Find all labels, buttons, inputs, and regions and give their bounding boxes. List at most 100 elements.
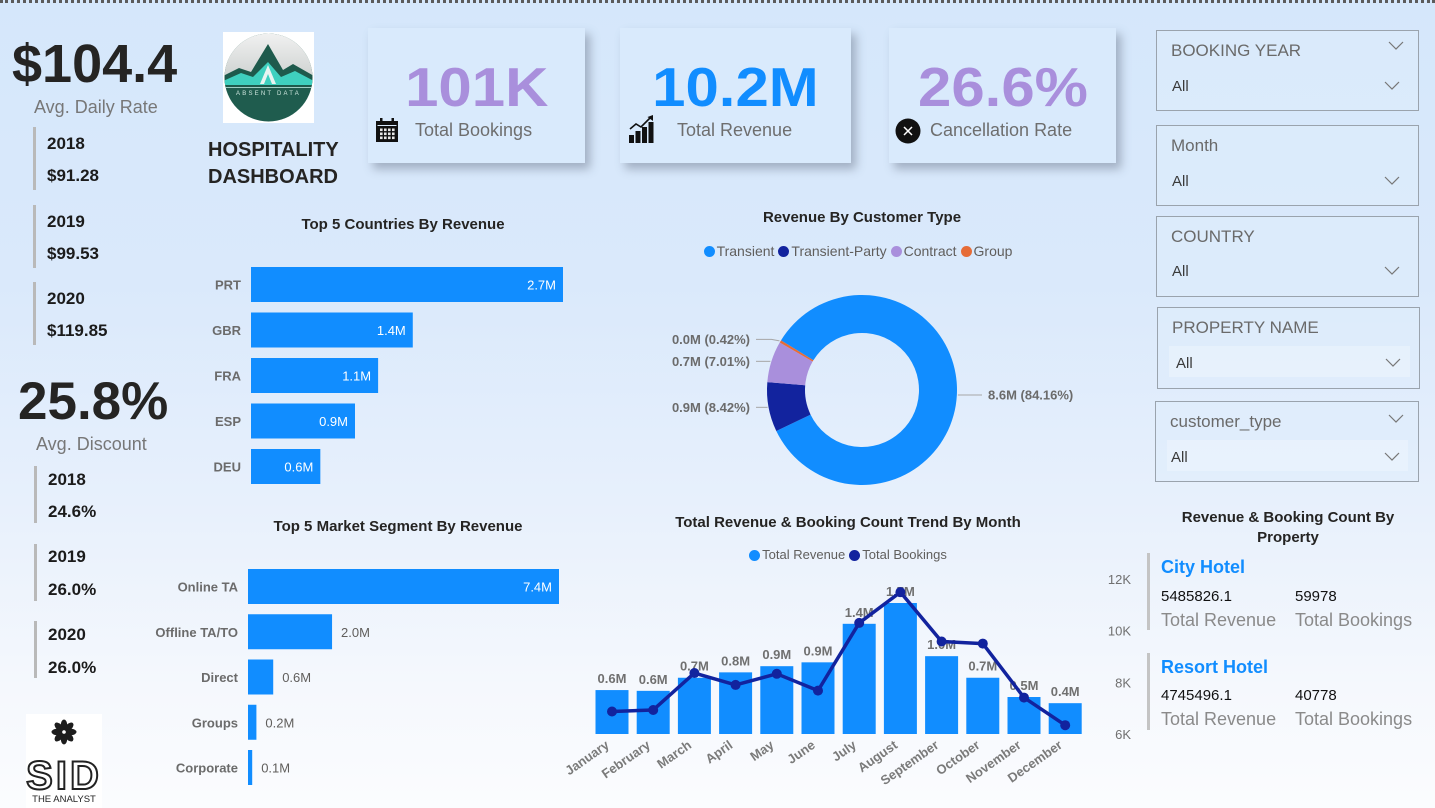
bookings-point[interactable] [730,679,741,690]
countries-bar-chart: PRT 2.7M GBR 1.4M FRA 1.1M ESP 0.9M DEU 0.6M [212,267,563,484]
bookings-point[interactable] [936,636,947,647]
chevron-down-icon[interactable] [1384,452,1400,461]
legend-item-transient-party[interactable]: Transient-Party [778,243,887,259]
slicer-title: PROPERTY NAME [1172,318,1319,337]
bookings-point[interactable] [771,668,782,679]
legend-dot-icon [703,245,715,257]
total-bookings-value: 101K [404,56,549,118]
slicer-country[interactable]: COUNTRY All [1156,216,1419,297]
legend-dot-icon [778,245,790,257]
kpi-card-total-revenue: 10.2M Total Revenue [620,28,851,163]
slicer-selected-value[interactable]: All [1172,79,1189,94]
data-label: 0.1M [261,761,290,776]
avg-discount-label: Avg. Discount [36,434,147,454]
data-label: 7.4M [523,580,552,595]
revenue-bar[interactable] [925,656,959,734]
bar-data-label: 1.4M [845,605,874,620]
customer-type-chart-title: Revenue By Customer Type [762,209,962,226]
slicer-customer-type[interactable]: customer_type All [1155,401,1419,482]
discount-year-value: 26.0% [48,658,97,677]
chevron-down-icon[interactable] [1385,358,1401,367]
data-label: 0.6M [282,670,311,685]
divider [34,544,37,601]
bar[interactable] [248,614,333,650]
slicer-property-name[interactable]: PROPERTY NAME All [1157,307,1420,389]
bar[interactable] [248,659,274,695]
slicer-title: customer_type [1170,412,1282,431]
data-label: 2.7M [527,278,556,293]
bookings-point[interactable] [689,668,700,679]
divider [33,205,36,268]
page-top-border [0,0,1435,3]
sid-analyst-logo: SID THE ANALYST [26,714,102,808]
monthly-trend-chart-title: Total Revenue & Booking Count Trend By M… [675,514,1021,531]
hotel-revenue-value: 5485826.1 [1161,588,1232,605]
legend-item-total-bookings[interactable]: Total Bookings [849,547,947,563]
bar-data-label: 0.6M [598,671,627,686]
slicer-booking-year[interactable]: BOOKING YEAR All [1156,30,1419,111]
legend-item-contract[interactable]: Contract [890,243,957,259]
slicer-selected-value[interactable]: All [1172,264,1189,279]
chevron-down-icon[interactable] [1384,176,1400,185]
bar-data-label: 0.6M [639,672,668,687]
adr-year: 2020 [47,289,85,308]
market-segment-chart-title: Top 5 Market Segment By Revenue [273,518,523,535]
countries-chart-title: Top 5 Countries By Revenue [301,216,505,233]
bar[interactable] [248,569,559,604]
kpi-label: Total Revenue [677,120,793,140]
slicer-dropdown-box[interactable] [1167,440,1408,471]
bookings-point[interactable] [977,638,988,649]
bar-data-label: 0.4M [1051,684,1080,699]
bookings-point[interactable] [607,706,617,717]
flower-icon [51,719,77,745]
cancellation-rate-value: 26.6% [917,56,1088,118]
bar-data-label: 0.9M [762,647,791,662]
legend-dot-icon [749,549,761,561]
absent-data-logo: ABSENT DATA [223,32,314,123]
customer-type-legend: Transient Transient-Party Contract Group [640,243,1080,259]
adr-year-value: $119.85 [47,321,108,340]
adr-year-value: $91.28 [47,166,99,185]
chevron-down-icon[interactable] [1388,414,1404,423]
bookings-point[interactable] [895,587,906,598]
bar[interactable] [248,704,257,740]
divider [34,466,37,523]
bookings-point[interactable] [854,617,865,628]
slicer-selected-value[interactable]: All [1176,356,1193,371]
slicer-dropdown-box[interactable] [1169,346,1410,377]
category-label: FRA [214,369,241,384]
revenue-bar[interactable] [966,677,1000,734]
chevron-down-icon[interactable] [1384,266,1400,275]
bookings-point[interactable] [813,685,823,696]
avg-daily-rate-value: $104.4 [12,34,178,94]
leader-line [756,338,780,342]
divider [33,282,36,345]
month-label: May [747,737,777,764]
adr-year-value: $99.53 [47,244,99,263]
bookings-point[interactable] [1019,692,1029,703]
legend-item-transient[interactable]: Transient [703,243,774,259]
slicer-selected-value[interactable]: All [1171,450,1188,465]
bookings-point[interactable] [1060,720,1071,731]
cancel-circle-icon [895,118,921,144]
revenue-bar[interactable] [883,603,917,734]
hotel-bookings-label: Total Bookings [1295,709,1413,729]
revenue-bar[interactable] [677,677,711,734]
slicer-month[interactable]: Month All [1156,125,1419,206]
bar[interactable] [251,267,563,302]
category-label: PRT [215,278,241,293]
chevron-down-icon[interactable] [1384,81,1400,90]
hotel-name-city: City Hotel [1161,557,1246,577]
slicer-selected-value[interactable]: All [1172,174,1189,189]
hospitality-dashboard: $104.4 Avg. Daily Rate 2018 $91.28 2019 … [0,0,1435,808]
bar[interactable] [248,750,253,785]
bookings-point[interactable] [648,704,659,715]
chevron-down-icon[interactable] [1388,41,1404,50]
adr-year: 2019 [47,212,85,231]
legend-item-group[interactable]: Group [960,243,1012,259]
legend-label: Total Revenue [762,547,846,562]
legend-item-total-revenue[interactable]: Total Revenue [749,547,845,563]
discount-year-value: 24.6% [48,502,97,521]
data-label: 0.6M [284,460,313,475]
kpi-card-cancellation-rate: 26.6% Cancellation Rate [889,28,1116,163]
